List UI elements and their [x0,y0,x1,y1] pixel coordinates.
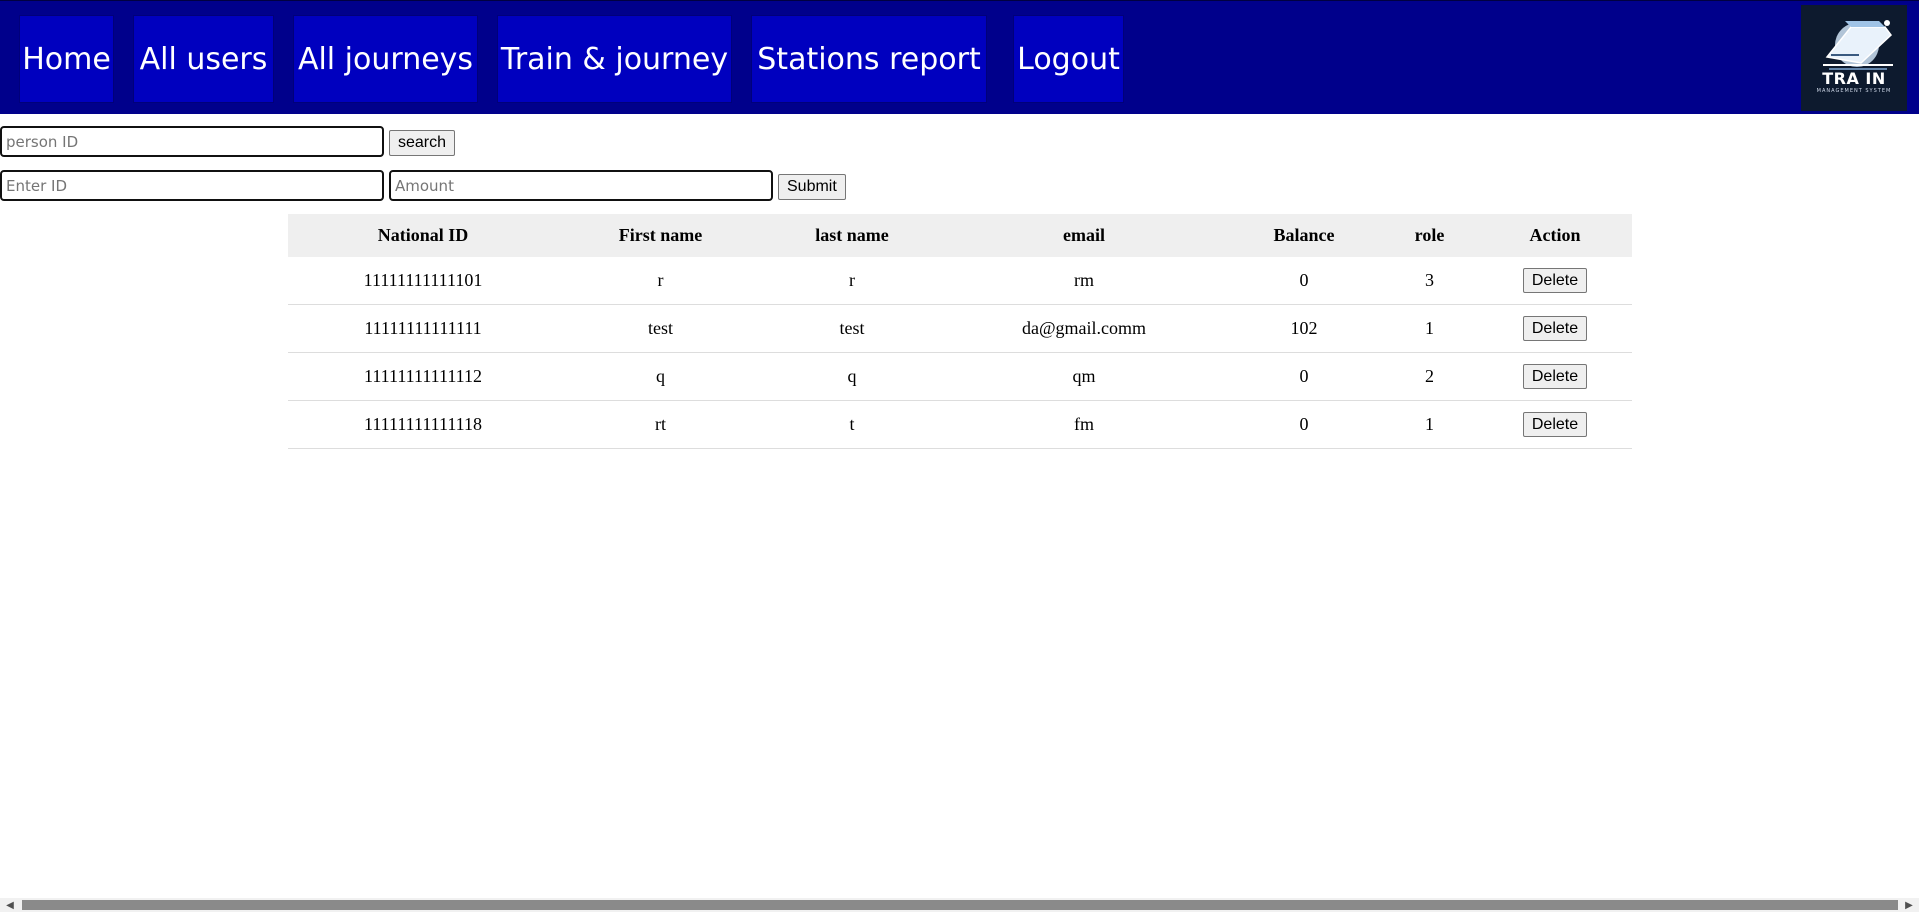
top-navbar: Home All users All journeys Train & jour… [0,0,1919,114]
enter-id-input[interactable] [0,170,384,201]
cell-email: rm [941,257,1227,305]
amount-input[interactable] [389,170,773,201]
cell-last-name: q [763,352,941,401]
nav-all-journeys-button[interactable]: All journeys [293,15,478,103]
cell-action: Delete [1478,352,1632,401]
cell-national-id: 11111111111101 [288,257,558,305]
cell-action: Delete [1478,257,1632,305]
nav-logout-button[interactable]: Logout [1013,15,1124,103]
delete-button[interactable]: Delete [1522,268,1588,293]
cell-role: 2 [1381,352,1478,401]
horizontal-scrollbar[interactable]: ◀ ▶ [0,898,1919,912]
header-national-id: National ID [288,214,558,257]
cell-action: Delete [1478,400,1632,449]
cell-email: da@gmail.comm [941,304,1227,353]
header-first-name: First name [558,214,763,257]
header-last-name: last name [763,214,941,257]
cell-first-name: test [558,304,763,353]
table-row: 11111111111118 rt t fm 0 1 Delete [288,400,1632,449]
table-row: 11111111111101 r r rm 0 3 Delete [288,257,1632,305]
cell-last-name: t [763,400,941,449]
cell-national-id: 11111111111111 [288,304,558,353]
users-table: National ID First name last name email B… [288,214,1632,449]
cell-email: qm [941,352,1227,401]
delete-button[interactable]: Delete [1522,364,1588,389]
cell-role: 3 [1381,257,1478,305]
nav-home-button[interactable]: Home [19,15,114,103]
scroll-left-arrow-icon[interactable]: ◀ [2,898,18,912]
cell-email: fm [941,400,1227,449]
cell-last-name: test [763,304,941,353]
cell-balance: 102 [1227,304,1381,353]
table-row: 11111111111112 q q qm 0 2 Delete [288,352,1632,401]
header-email: email [941,214,1227,257]
nav-stations-report-button[interactable]: Stations report [751,15,987,103]
cell-role: 1 [1381,304,1478,353]
header-balance: Balance [1227,214,1381,257]
cell-first-name: q [558,352,763,401]
submit-button[interactable]: Submit [778,174,846,200]
cell-balance: 0 [1227,352,1381,401]
logo-subtext: MANAGEMENT SYSTEM [1816,88,1892,94]
train-logo: TRA IN MANAGEMENT SYSTEM [1801,5,1907,111]
cell-first-name: r [558,257,763,305]
logo-text: TRA IN [1822,69,1886,88]
table-row: 11111111111111 test test da@gmail.comm 1… [288,304,1632,353]
scroll-right-arrow-icon[interactable]: ▶ [1901,898,1917,912]
header-role: role [1381,214,1478,257]
table-header-row: National ID First name last name email B… [288,214,1632,257]
train-icon [1823,20,1893,70]
cell-balance: 0 [1227,257,1381,305]
delete-button[interactable]: Delete [1522,316,1588,341]
delete-button[interactable]: Delete [1522,412,1588,437]
cell-national-id: 11111111111112 [288,352,558,401]
cell-action: Delete [1478,304,1632,353]
nav-train-journey-button[interactable]: Train & journey [497,15,732,103]
cell-role: 1 [1381,400,1478,449]
scrollbar-thumb[interactable] [22,900,1898,910]
cell-first-name: rt [558,400,763,449]
header-action: Action [1478,214,1632,257]
cell-last-name: r [763,257,941,305]
person-id-search-input[interactable] [0,126,384,157]
cell-balance: 0 [1227,400,1381,449]
nav-all-users-button[interactable]: All users [133,15,274,103]
search-button[interactable]: search [389,130,456,156]
cell-national-id: 11111111111118 [288,400,558,449]
